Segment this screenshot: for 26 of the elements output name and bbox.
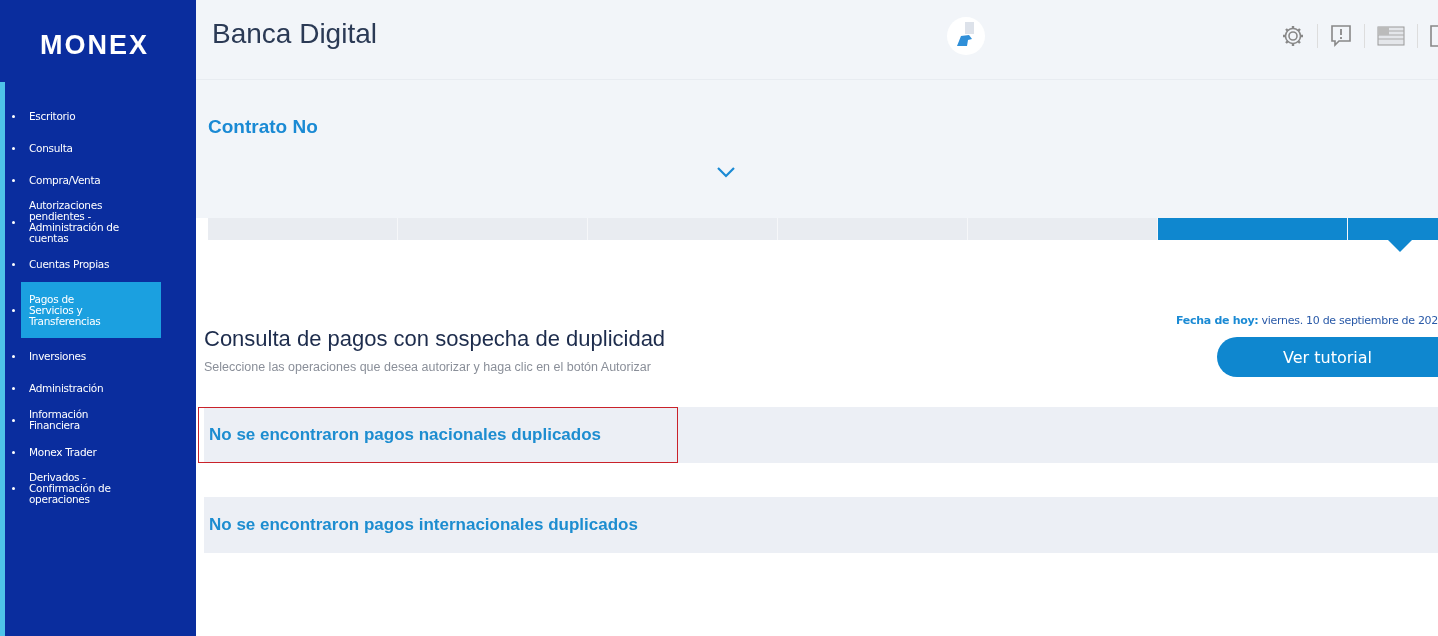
date-text: Fecha de hoy: viernes. 10 de septiembre de 202 bbox=[1176, 314, 1438, 327]
result-message: No se encontraron pagos internacionales duplicados bbox=[208, 514, 639, 536]
chevron-icon[interactable] bbox=[716, 166, 736, 178]
nav-item[interactable]: Autorizaciones pendientes - Administración de cuentas bbox=[8, 196, 172, 248]
nav-item[interactable]: Inversiones bbox=[8, 340, 172, 372]
message-alert-icon[interactable] bbox=[1330, 23, 1352, 48]
avatar-icon[interactable] bbox=[946, 16, 986, 56]
tutorial-button[interactable]: Ver tutorial bbox=[1217, 337, 1438, 377]
nav-item[interactable]: Monex Trader bbox=[8, 436, 172, 468]
settings-icon[interactable] bbox=[1281, 23, 1305, 48]
result-message: No se encontraron pagos nacionales duplicados bbox=[198, 407, 679, 463]
tab[interactable] bbox=[1158, 218, 1348, 240]
tab[interactable] bbox=[968, 218, 1158, 240]
app-title: Banca Digital bbox=[212, 18, 377, 50]
page-title: Consulta de pagos con sospecha de duplicidad bbox=[204, 326, 666, 352]
contract-label: Contrato No bbox=[208, 116, 319, 138]
flag-icon[interactable] bbox=[1377, 25, 1405, 46]
nav-item[interactable]: Compra/Venta bbox=[8, 164, 172, 196]
nav-item[interactable]: Administración bbox=[8, 372, 172, 404]
page-subtitle: Seleccione las operaciones que desea autorizar y haga clic en el botón Autorizar bbox=[204, 360, 652, 374]
nav-item[interactable]: Derivados - Confirmación de operaciones bbox=[8, 468, 172, 509]
logo: MONEX bbox=[39, 29, 150, 62]
nav-item[interactable]: Consulta bbox=[8, 132, 172, 164]
nav-item[interactable]: Cuentas Propias bbox=[8, 248, 172, 280]
nav-item[interactable]: Información Financiera bbox=[8, 404, 172, 436]
nav-item[interactable]: Escritorio bbox=[8, 100, 172, 132]
